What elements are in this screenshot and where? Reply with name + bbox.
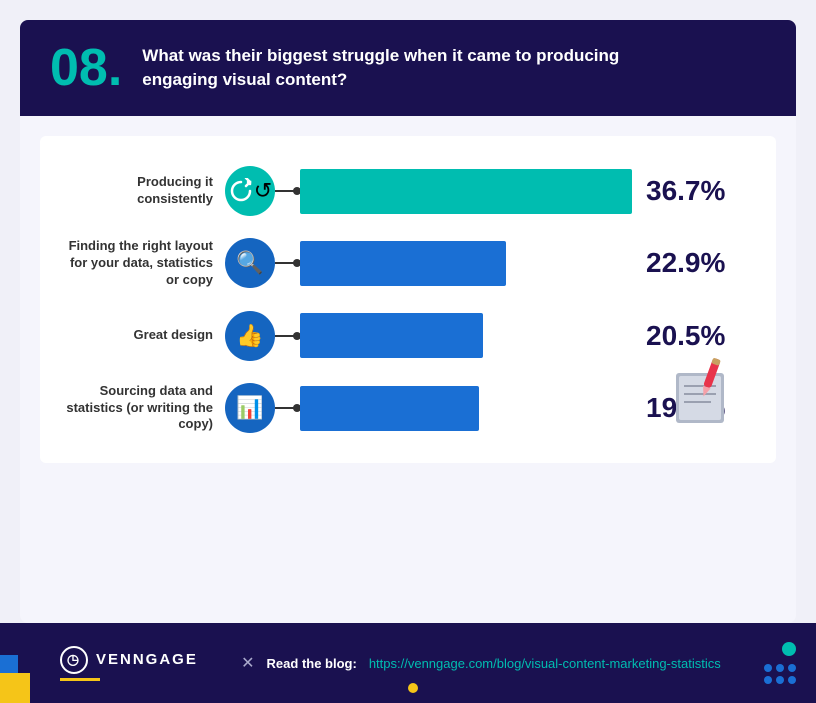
bar-label-2: Great design bbox=[60, 327, 225, 344]
dots-grid bbox=[764, 664, 796, 684]
bar-fill-container-0 bbox=[300, 169, 632, 214]
dot bbox=[764, 676, 772, 684]
bar-fill-container-3 bbox=[300, 386, 632, 431]
bar-percentage-1: 22.9% bbox=[646, 247, 746, 279]
dot bbox=[764, 664, 772, 672]
bar-fill-container-1 bbox=[300, 241, 632, 286]
bar-fill-2 bbox=[300, 313, 483, 358]
footer-logo: ◷ VENNGAGE bbox=[60, 646, 198, 674]
bar-connector-2 bbox=[275, 335, 300, 337]
logo-name: VENNGAGE bbox=[96, 651, 198, 668]
bar-fill-container-2 bbox=[300, 313, 632, 358]
teal-dot bbox=[782, 642, 796, 656]
footer-yellow-block bbox=[0, 673, 30, 703]
bar-label-1: Finding the right layout for your data, … bbox=[60, 238, 225, 289]
bar-connector-1 bbox=[275, 262, 300, 264]
blog-link[interactable]: https://venngage.com/blog/visual-content… bbox=[369, 656, 721, 671]
footer-yellow-dot bbox=[408, 683, 418, 693]
dot bbox=[788, 676, 796, 684]
footer-line bbox=[60, 678, 100, 681]
logo-clock-icon: ◷ bbox=[60, 646, 88, 674]
bar-fill-3 bbox=[300, 386, 479, 431]
bar-fill-0 bbox=[300, 169, 632, 214]
dot bbox=[776, 676, 784, 684]
bar-percentage-2: 20.5% bbox=[646, 320, 746, 352]
bar-row: Great design 👍 20.5% bbox=[60, 311, 746, 361]
search-icon: 🔍 bbox=[225, 238, 275, 288]
blog-label: Read the blog: bbox=[267, 656, 357, 671]
dot bbox=[788, 664, 796, 672]
thumbsup-icon: 👍 bbox=[225, 311, 275, 361]
chart-area: Producing it consistently ↺ 36.7% Findin… bbox=[40, 136, 776, 463]
footer-bar: ◷ VENNGAGE ✕ Read the blog: https://venn… bbox=[0, 623, 816, 703]
footer-right bbox=[764, 642, 796, 684]
footer-middle: ✕ Read the blog: https://venngage.com/bl… bbox=[198, 653, 764, 673]
footer-blue-block bbox=[0, 655, 18, 673]
chart-icon: 📊 bbox=[225, 383, 275, 433]
bar-label-3: Sourcing data and statistics (or writing… bbox=[60, 383, 225, 434]
question-number: 08. bbox=[50, 42, 122, 94]
bar-connector-0 bbox=[275, 190, 300, 192]
bar-fill-1 bbox=[300, 241, 506, 286]
refresh-icon: ↺ bbox=[225, 166, 275, 216]
notepad-decoration bbox=[666, 353, 746, 433]
bar-label-0: Producing it consistently bbox=[60, 174, 225, 208]
dot bbox=[776, 664, 784, 672]
header-bar: 08. What was their biggest struggle when… bbox=[20, 20, 796, 116]
footer-logo-area: ◷ VENNGAGE bbox=[60, 646, 198, 681]
bar-connector-3 bbox=[275, 407, 300, 409]
bar-row: Producing it consistently ↺ 36.7% bbox=[60, 166, 746, 216]
bar-row: Finding the right layout for your data, … bbox=[60, 238, 746, 289]
main-card: 08. What was their biggest struggle when… bbox=[20, 20, 796, 623]
question-text: What was their biggest struggle when it … bbox=[142, 44, 622, 92]
bar-percentage-0: 36.7% bbox=[646, 175, 746, 207]
bar-row: Sourcing data and statistics (or writing… bbox=[60, 383, 746, 434]
x-symbol: ✕ bbox=[241, 653, 254, 673]
